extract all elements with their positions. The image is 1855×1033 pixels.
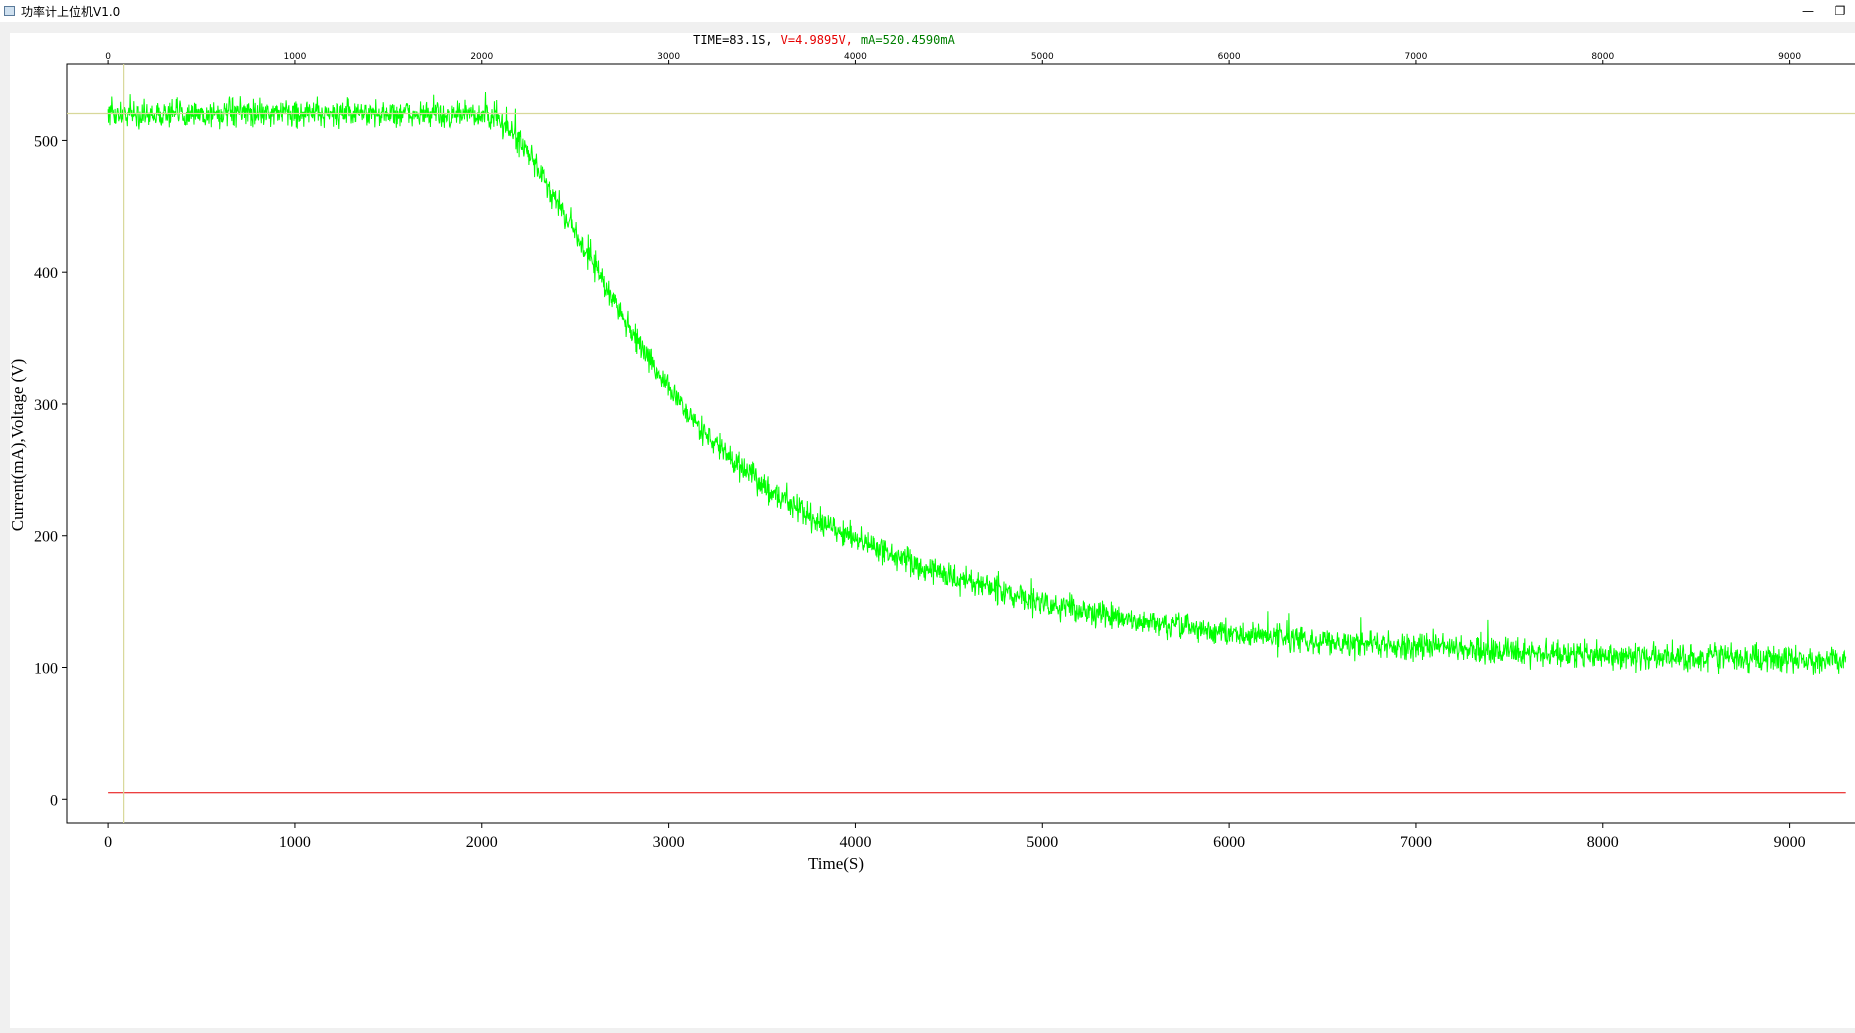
y-axis-label: Current(mA),Voltage (V) [10,359,27,531]
top-x-tick-label: 3000 [657,52,680,62]
top-x-tick-label: 5000 [1031,52,1054,62]
x-tick-label: 4000 [839,834,871,851]
y-tick-label: 100 [34,661,58,678]
plot-panel[interactable]: TIME=83.1S, V=4.9895V, mA=520.4590mA Time(… [10,33,1855,1028]
x-tick-label: 7000 [1400,834,1432,851]
readout-text: TIME=83.1S, V=4.9895V, mA=520.4590mA [693,33,955,47]
top-x-tick-label: 2000 [470,52,493,62]
minimize-icon[interactable]: — [1795,0,1821,22]
readout-time: TIME=83.1S, [693,33,772,47]
x-tick-label: 5000 [1026,834,1058,851]
y-tick-label: 200 [34,529,58,546]
app-icon [4,6,15,16]
top-x-tick-label: 0 [105,52,111,62]
x-tick-label: 2000 [466,834,498,851]
x-tick-label: 9000 [1774,834,1806,851]
readout-voltage: V=4.9895V, [781,33,853,47]
y-tick-label: 0 [50,792,58,809]
top-x-tick-label: 4000 [844,52,867,62]
restore-icon[interactable]: ❐ [1827,0,1853,22]
window-title: 功率计上位机V1.0 [21,4,121,19]
chart-canvas[interactable]: TIME=83.1S, V=4.9895V, mA=520.4590mA Time(… [10,33,1855,1028]
top-x-tick-label: 6000 [1218,52,1241,62]
current-series-line [107,91,1847,675]
x-tick-label: 6000 [1213,834,1245,851]
x-tick-label: 1000 [279,834,311,851]
x-tick-label: 3000 [653,834,685,851]
title-bar: 功率计上位机V1.0 — ❐ [0,0,1855,22]
readout-current: mA=520.4590mA [861,33,956,47]
top-x-tick-label: 7000 [1404,52,1427,62]
top-x-tick-label: 8000 [1591,52,1614,62]
x-tick-label: 8000 [1587,834,1619,851]
y-tick-label: 500 [34,133,58,150]
y-tick-label: 300 [34,397,58,414]
top-x-tick-label: 9000 [1778,52,1801,62]
y-tick-label: 400 [34,265,58,282]
plot-frame [66,63,1855,824]
top-x-tick-label: 1000 [283,52,306,62]
x-axis-label: Time(S) [808,854,864,873]
x-tick-label: 0 [104,834,112,851]
